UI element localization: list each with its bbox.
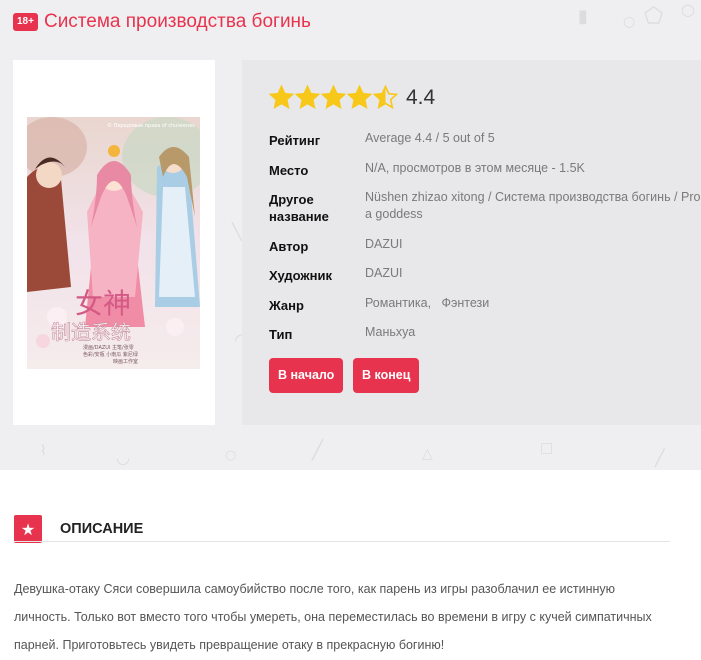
- deco-arc-icon: ◡: [116, 448, 130, 467]
- cover-header-text: © Передовые права of chuiwenes: [107, 122, 195, 129]
- info-label-rank: Место: [269, 163, 309, 178]
- divider: [14, 541, 670, 542]
- deco-square-icon: □: [540, 440, 554, 456]
- deco-zigzag-icon: ⌇: [40, 443, 47, 459]
- manga-header-band: ▮ ○ ⬠ ○ ◎ ╲ ◠ ╱ ⌇ ◡ △ □ ╱ ○ 18+ Система …: [0, 0, 701, 470]
- deco-triangle-icon: △: [422, 446, 433, 462]
- star-icon: [269, 85, 294, 110]
- deco-slash-icon: ╱: [312, 440, 323, 461]
- star-icon: [347, 85, 372, 110]
- first-chapter-button[interactable]: В начало: [269, 358, 344, 393]
- info-value-type[interactable]: Маньхуа: [365, 324, 701, 341]
- deco-circle-icon: ○: [225, 448, 237, 463]
- title-row: 18+ Система производства богинь: [13, 10, 311, 34]
- info-value-author[interactable]: DAZUI: [365, 236, 701, 253]
- description-heading: ОПИСАНИЕ: [60, 521, 144, 537]
- deco-slash-icon: ╱: [655, 448, 665, 467]
- info-label-alt-name: Другое название: [269, 192, 329, 224]
- cover-studio: 映画工作室: [113, 358, 138, 365]
- info-label-author: Автор: [269, 239, 309, 254]
- info-value-artist[interactable]: DAZUI: [365, 265, 701, 282]
- info-value-genre[interactable]: Романтика, Фэнтези: [365, 295, 701, 312]
- description-text: Девушка-отаку Сяси совершила самоубийств…: [14, 575, 684, 659]
- info-label-type: Тип: [269, 327, 293, 342]
- info-value-alt-name: Nüshen zhizao xitong / Система производс…: [365, 190, 701, 221]
- deco-bar-icon: ▮: [578, 6, 588, 27]
- deco-circle-icon: ○: [623, 14, 636, 30]
- info-label-genre: Жанр: [269, 298, 304, 313]
- star-icon: ★: [14, 515, 42, 543]
- cover-card: © Передовые права of chuiwenes 女神 制造系统 漫…: [13, 60, 215, 425]
- deco-pentagon-icon: ⬠: [644, 4, 664, 29]
- cover-title: 女神: [75, 287, 131, 320]
- deco-bar-icon: ╲: [232, 222, 242, 241]
- description-line: Девушка-отаку Сяси совершила самоубийств…: [14, 582, 616, 596]
- cover-image[interactable]: © Передовые права of chuiwenes 女神 制造系统 漫…: [27, 117, 200, 369]
- info-label-artist: Художник: [269, 268, 332, 283]
- star-rating: [269, 85, 399, 110]
- info-panel: 4.4 Рейтинг Average 4.4 / 5 out of 5 Мес…: [242, 60, 701, 425]
- last-chapter-button[interactable]: В конец: [353, 358, 420, 393]
- info-label-rating: Рейтинг: [269, 133, 321, 148]
- manga-title[interactable]: Система производства богинь: [44, 11, 311, 33]
- description-header: ★ ОПИСАНИЕ: [14, 515, 143, 543]
- description-line: парней. Приготовьтесь увидеть превращени…: [14, 638, 445, 652]
- description-line: личность. Только вот вместо того чтобы у…: [14, 610, 652, 624]
- star-icon: [321, 85, 346, 110]
- info-value-rating: Average 4.4 / 5 out of 5: [365, 131, 495, 145]
- rating-value: 4.4: [406, 85, 436, 109]
- age-badge: 18+: [13, 13, 38, 31]
- cover-credits: 漫画/DAZUI 主笔/张零: [83, 344, 134, 351]
- info-value-rank: N/A, просмотров в этом месяце - 1.5K: [365, 161, 585, 175]
- deco-circle-icon: ○: [681, 0, 695, 19]
- cover-subtitle: 制造系统: [51, 320, 131, 344]
- rating-row: 4.4: [269, 85, 435, 110]
- star-icon: [295, 85, 320, 110]
- cover-colors: 色彩/安瓶 小南瓜 紫尼绿: [83, 351, 138, 358]
- star-icon: [373, 85, 398, 110]
